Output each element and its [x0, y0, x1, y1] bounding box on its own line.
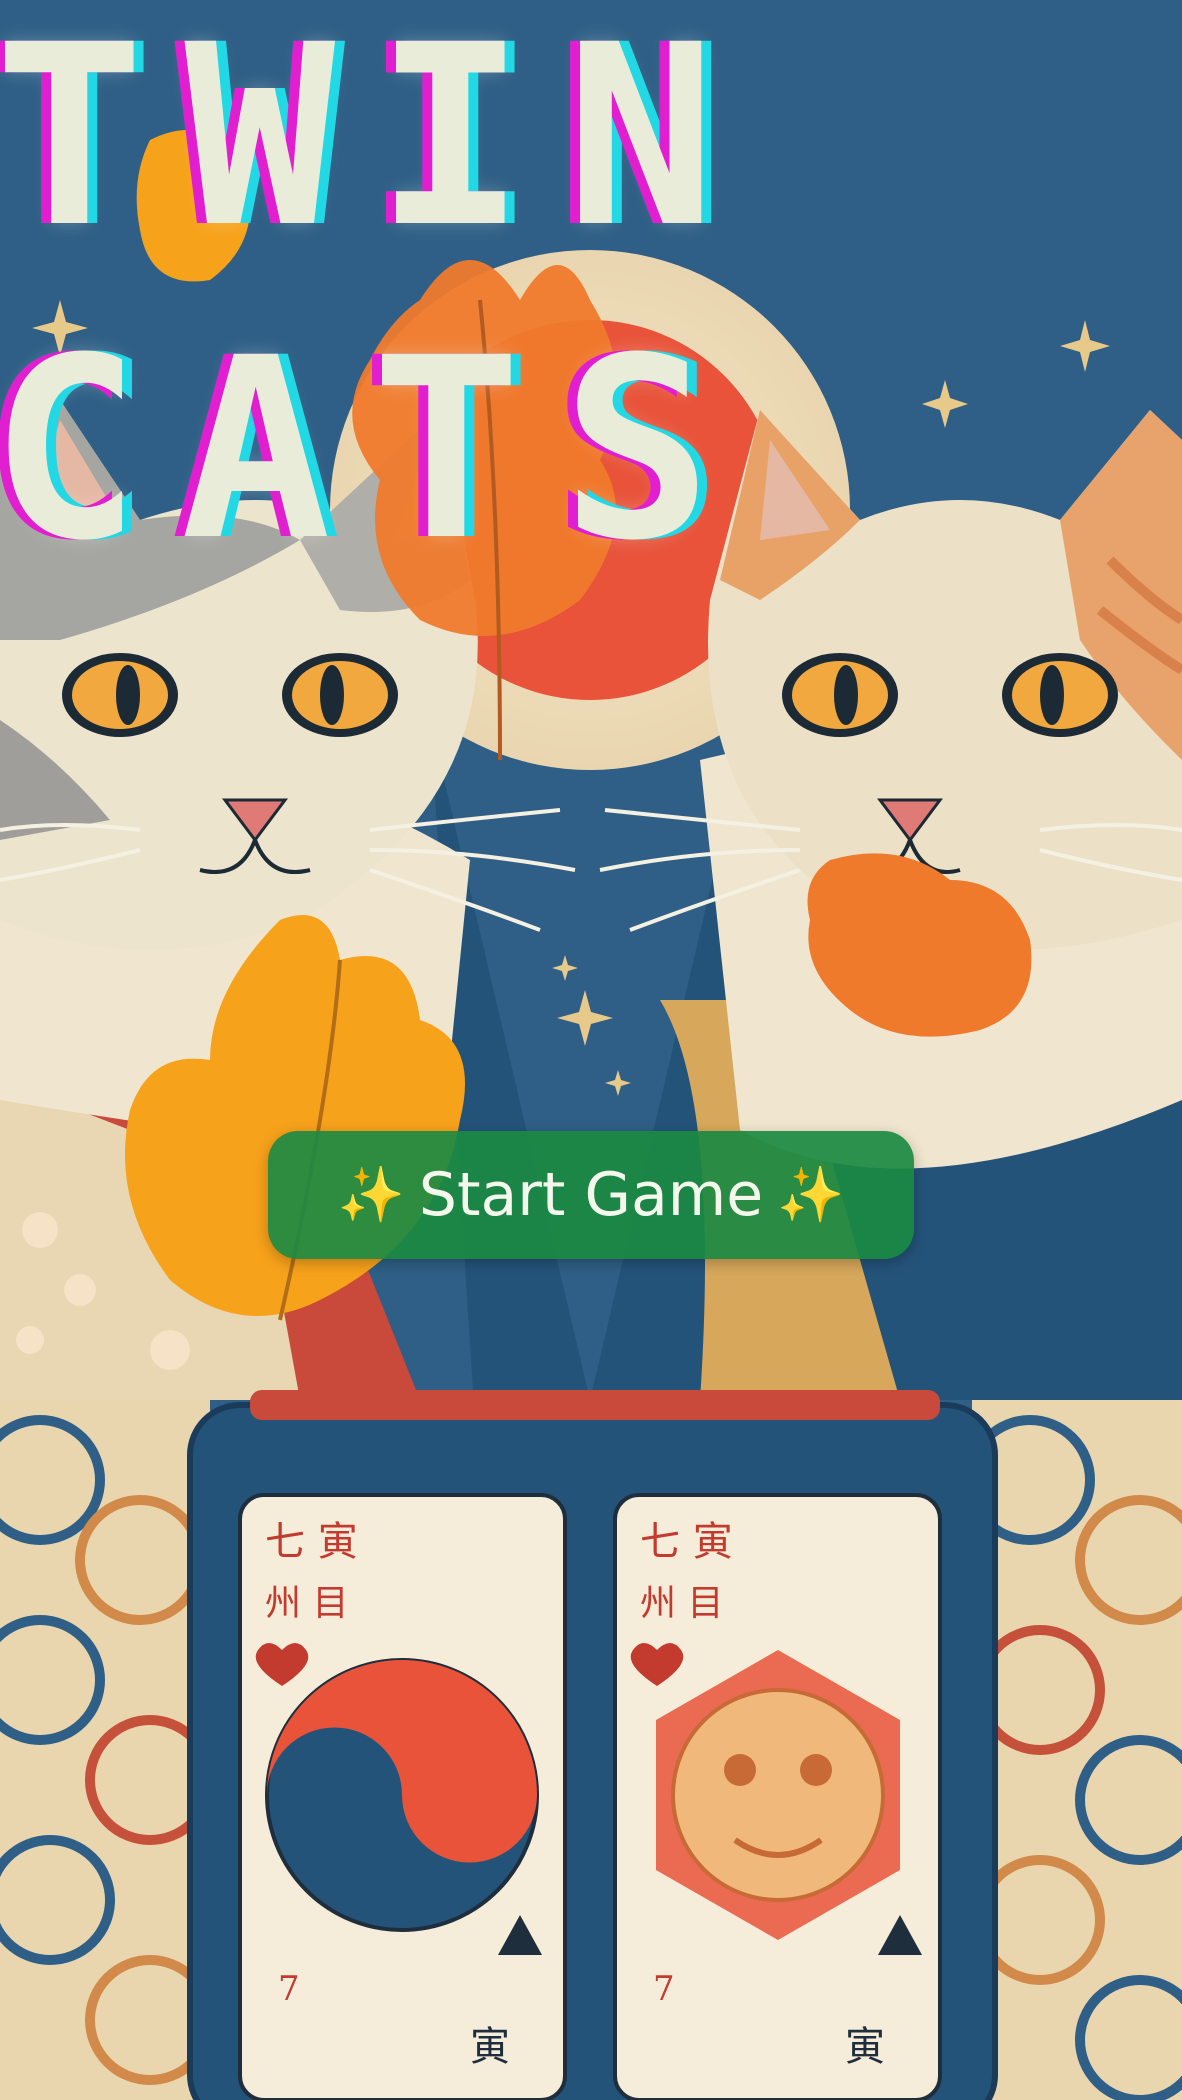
start-game-button[interactable]: ✨ Start Game ✨: [268, 1131, 914, 1259]
sparkles-icon: ✨: [777, 1163, 845, 1226]
card-left-corner-top: 七 寅: [265, 1519, 358, 1565]
sparkles-icon: ✨: [337, 1163, 405, 1226]
card-left-mark-bottom: 7: [278, 1969, 300, 2009]
taegeuk-emblem: [265, 1658, 539, 1932]
game-title-line-2: CATS: [0, 304, 753, 595]
card-left-corner-sub: 州 目: [265, 1583, 348, 1624]
card-right-corner-bottom: 寅: [845, 2024, 885, 2070]
card-left: 七 寅 州 目 7 寅: [238, 1493, 567, 2100]
card-right-corner-top: 七 寅: [640, 1519, 733, 1565]
card-right: 七 寅 州 目 7 寅: [613, 1493, 942, 2100]
start-game-label: Start Game: [418, 1160, 764, 1230]
game-title-line-1: TWIN: [0, 0, 757, 282]
card-left-corner-bottom: 寅: [470, 2024, 510, 2070]
card-right-corner-sub: 州 目: [640, 1583, 723, 1624]
card-right-mark-bottom: 7: [653, 1969, 675, 2009]
